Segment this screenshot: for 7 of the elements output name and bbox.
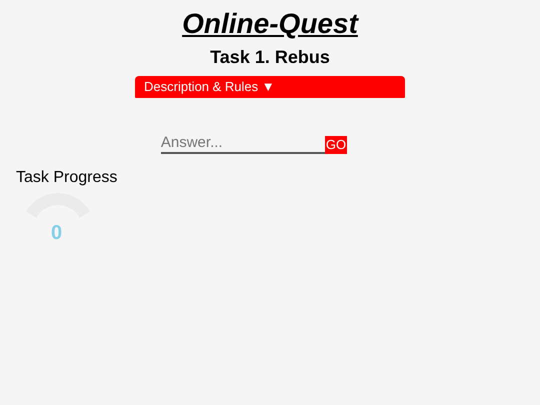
task-title: Task 1. Rebus	[210, 46, 330, 68]
progress-value: 0	[51, 222, 62, 244]
go-button[interactable]: GO	[324, 136, 348, 154]
answer-field[interactable]: Answer...	[160, 134, 325, 154]
description-toggle[interactable]: Description & Rules ▼	[135, 76, 405, 98]
progress-label: Task Progress	[16, 168, 118, 188]
site-title: Online-Quest	[182, 7, 358, 41]
